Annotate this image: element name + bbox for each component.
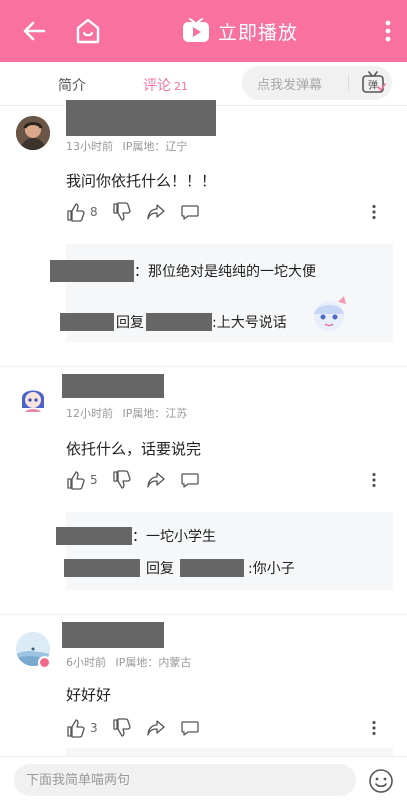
reply-item: ：那位绝对是纯纯的一坨大便: [50, 260, 316, 282]
comment-text: 好好好: [66, 686, 112, 704]
thumbs-up-icon: [67, 719, 85, 738]
comments-count: 21: [174, 80, 188, 93]
thumbs-up-icon: [67, 471, 85, 490]
reply-username-redacted: [64, 559, 140, 577]
comment-meta: 12小时前 IP属地：江苏: [66, 405, 193, 421]
danmaku-placeholder: 点我发弹幕: [257, 77, 323, 93]
danmaku-input[interactable]: 点我发弹幕 弹: [242, 66, 392, 100]
tv-play-icon: [183, 18, 209, 42]
reply-button[interactable]: [180, 470, 200, 490]
like-button[interactable]: 3: [66, 718, 98, 738]
anime-avatar-icon: [16, 382, 50, 416]
replies-box[interactable]: ：那位绝对是纯纯的一坨大便 回复 :上大号说话: [50, 244, 393, 342]
tab-comments[interactable]: 评论 21: [143, 75, 188, 95]
comment-ip: IP属地：辽宁: [122, 140, 188, 153]
dislike-button[interactable]: [112, 202, 132, 222]
reply-text: :你小子: [248, 561, 295, 577]
tab-intro[interactable]: 简介: [58, 75, 86, 95]
comment-meta: 13小时前 IP属地：辽宁: [66, 138, 193, 154]
danmaku-toggle-label: 弹: [368, 79, 378, 92]
avatar[interactable]: [16, 116, 50, 150]
replies-box[interactable]: ：一坨小学生 回复 :你小子: [56, 512, 393, 590]
comment-meta: 6小时前 IP属地：内蒙古: [66, 654, 197, 670]
comment-divider: [0, 614, 407, 615]
share-icon: [146, 472, 165, 488]
share-icon: [146, 720, 165, 736]
comment-actions: 5: [66, 470, 214, 490]
avatar-badge: [38, 656, 51, 669]
reply-text: ：那位绝对是纯纯的一坨大便: [134, 264, 316, 280]
play-now-label: 立即播放: [218, 21, 299, 44]
share-button[interactable]: [146, 470, 166, 490]
like-count: 5: [90, 473, 98, 487]
comment-actions: 3: [66, 718, 214, 738]
home-icon[interactable]: [74, 16, 102, 46]
reply-word: 回复: [116, 315, 144, 331]
back-arrow-icon[interactable]: [20, 17, 48, 45]
username-redacted: [62, 622, 164, 648]
comment-text: 依托什么，话要说完: [66, 440, 202, 458]
tab-comments-label: 评论: [143, 78, 171, 94]
username-redacted: [62, 374, 164, 398]
comment-time: 12小时前: [66, 407, 113, 420]
comment-text: 我问你依托什么！！！: [66, 172, 217, 190]
like-count: 8: [90, 205, 98, 219]
reply-item: ：一坨小学生: [56, 526, 216, 546]
comment-time: 13小时前: [66, 140, 113, 153]
reply-item: 回复 :上大号说话: [60, 312, 287, 332]
danmaku-toggle-icon[interactable]: 弹: [360, 70, 386, 96]
comment-time: 6小时前: [66, 656, 106, 669]
comment-ip: IP属地：内蒙古: [115, 656, 192, 669]
thumbs-down-icon: [112, 718, 131, 737]
comment-bubble-icon: [180, 205, 199, 220]
reply-username-redacted: [56, 527, 132, 545]
comment-more-icon[interactable]: [371, 204, 377, 220]
thumbs-up-icon: [67, 203, 85, 222]
emoji-icon[interactable]: [368, 768, 394, 794]
share-icon: [146, 204, 165, 220]
comment-bubble-icon: [180, 721, 199, 736]
comment-more-icon[interactable]: [371, 720, 377, 736]
reply-word: 回复: [146, 561, 174, 577]
comment-more-icon[interactable]: [371, 472, 377, 488]
share-button[interactable]: [146, 202, 166, 222]
comment-actions: 8: [66, 202, 214, 222]
comment-bubble-icon: [180, 473, 199, 488]
reply-target-redacted: [180, 559, 244, 577]
reply-username-redacted: [60, 313, 114, 331]
comment-divider: [0, 366, 407, 367]
reply-button[interactable]: [180, 202, 200, 222]
bottom-comment-bar: [0, 756, 407, 800]
comment-input[interactable]: [14, 764, 356, 796]
more-vertical-icon[interactable]: [383, 17, 393, 45]
thumbs-down-icon: [112, 202, 131, 221]
thumbs-down-icon: [112, 470, 131, 489]
dislike-button[interactable]: [112, 718, 132, 738]
like-count: 3: [90, 721, 98, 735]
danmaku-divider: [348, 74, 349, 92]
like-button[interactable]: 8: [66, 202, 98, 222]
comment-ip: IP属地：江苏: [122, 407, 188, 420]
share-button[interactable]: [146, 718, 166, 738]
like-button[interactable]: 5: [66, 470, 98, 490]
avatar[interactable]: [16, 382, 50, 416]
dislike-button[interactable]: [112, 470, 132, 490]
reply-username-redacted: [50, 260, 134, 282]
reply-button[interactable]: [180, 718, 200, 738]
reply-item: 回复 :你小子: [64, 558, 295, 578]
reply-target-redacted: [146, 313, 212, 331]
avatar-photo-icon: [16, 116, 50, 150]
top-bar: 立即播放: [0, 0, 407, 62]
play-now-button[interactable]: 立即播放: [182, 16, 298, 46]
username-redacted: [66, 100, 216, 136]
reply-text: ：一坨小学生: [132, 529, 216, 545]
reply-text: :上大号说话: [212, 315, 287, 331]
anime-sticker-icon: [314, 296, 346, 331]
